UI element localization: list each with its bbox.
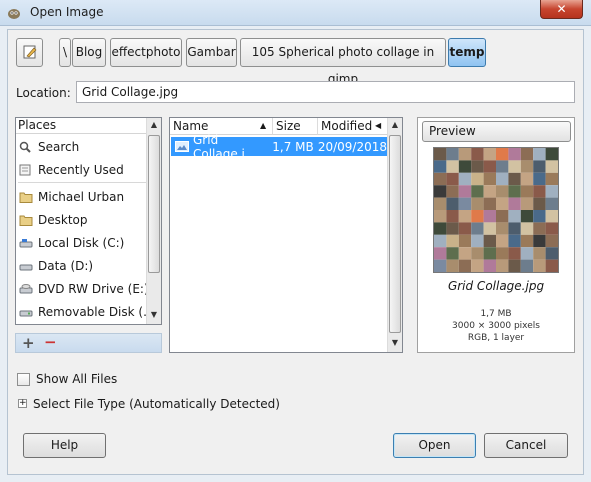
scroll-down-arrow-icon[interactable]: ▼: [147, 310, 161, 319]
path-root-button[interactable]: \: [59, 38, 71, 67]
place-local-disk-c[interactable]: Local Disk (C:): [19, 232, 147, 253]
place-data-d[interactable]: Data (D:): [19, 255, 147, 276]
scroll-up-arrow-icon[interactable]: ▲: [147, 120, 161, 129]
preview-panel: Preview Grid Collage.jpg 1,7 MB 3000 × 3…: [417, 117, 575, 353]
show-all-files-checkbox[interactable]: [17, 373, 30, 386]
image-file-icon: [175, 141, 189, 152]
place-recently-used[interactable]: Recently Used: [19, 159, 147, 180]
preview-thumbnail: [433, 147, 559, 273]
places-scrollbar[interactable]: ▲ ▼: [146, 118, 161, 324]
places-column-header[interactable]: Places: [16, 118, 146, 134]
close-window-button[interactable]: ✕: [540, 0, 583, 19]
place-removable-disk[interactable]: Removable Disk (...: [19, 301, 155, 322]
path-crumb-effectphoto[interactable]: effectphoto: [110, 38, 182, 67]
place-label: Recently Used: [38, 162, 124, 177]
file-name-cell: Grid Collage.j...: [193, 132, 257, 161]
place-label: Removable Disk (...: [38, 304, 155, 319]
add-bookmark-icon[interactable]: +: [22, 334, 35, 352]
expander-plus-icon[interactable]: +: [18, 399, 27, 408]
open-button[interactable]: Open: [393, 433, 476, 458]
place-search[interactable]: Search: [19, 136, 147, 157]
scroll-down-arrow-icon[interactable]: ▼: [388, 338, 402, 347]
cancel-button[interactable]: Cancel: [484, 433, 568, 458]
file-row-grid-collage[interactable]: Grid Collage.j... 1,7 MB 20/09/2018: [171, 133, 387, 161]
file-list: Name ▲ Size Modified ◀ Grid Collage.j...…: [169, 117, 403, 353]
window-title: Open Image: [30, 5, 104, 19]
hard-disk-icon: [19, 260, 33, 272]
location-input[interactable]: Grid Collage.jpg: [76, 81, 575, 103]
place-michael-urban[interactable]: Michael Urban: [19, 186, 147, 207]
place-label: Local Disk (C:): [38, 235, 125, 250]
place-label: DVD RW Drive (E:): [38, 281, 149, 296]
optical-drive-icon: [19, 283, 33, 295]
remove-bookmark-icon[interactable]: −: [44, 333, 57, 351]
places-scroll-thumb[interactable]: [148, 135, 160, 273]
file-size-cell: 1,7 MB: [272, 139, 314, 154]
file-modified-cell: 20/09/2018: [317, 139, 387, 154]
gimp-app-icon: [6, 5, 22, 21]
place-label: Data (D:): [38, 258, 94, 273]
files-scroll-thumb[interactable]: [389, 135, 401, 333]
preview-button[interactable]: Preview: [422, 121, 571, 142]
preview-filename: Grid Collage.jpg: [447, 279, 545, 293]
magnifier-icon: [19, 141, 33, 153]
scroll-up-arrow-icon[interactable]: ▲: [388, 120, 402, 129]
place-dvd-rw-drive-e[interactable]: DVD RW Drive (E:): [19, 278, 149, 299]
places-divider: [18, 182, 146, 183]
help-button[interactable]: Help: [23, 433, 106, 458]
place-desktop[interactable]: Desktop: [19, 209, 147, 230]
select-file-type-expander[interactable]: Select File Type (Automatically Detected…: [33, 397, 280, 411]
path-crumb-temp[interactable]: temp: [448, 38, 486, 67]
folder-icon: [19, 214, 33, 226]
column-header-size[interactable]: Size: [273, 118, 318, 135]
removable-disk-icon: [19, 306, 33, 318]
pencil-icon: [23, 45, 36, 59]
places-toolbar: + −: [15, 333, 162, 353]
preview-file-size: 1,7 MB: [480, 309, 512, 319]
path-crumb-blog[interactable]: Blog: [72, 38, 106, 67]
files-scrollbar[interactable]: ▲ ▼: [387, 118, 402, 352]
location-label: Location:: [16, 86, 71, 100]
hard-disk-icon: [19, 237, 33, 249]
place-label: Desktop: [38, 212, 88, 227]
column-header-modified[interactable]: Modified ◀: [318, 118, 388, 135]
places-panel: Places Search Recently Used Michael Urba…: [15, 117, 162, 325]
place-label: Michael Urban: [38, 189, 125, 204]
column-options-icon: ◀: [375, 121, 382, 130]
path-crumb-gambar[interactable]: Gambar: [186, 38, 237, 67]
type-location-toggle-button[interactable]: [16, 38, 43, 67]
path-crumb-spherical-collage[interactable]: 105 Spherical photo collage in gimp: [240, 38, 446, 86]
preview-dimensions: 3000 × 3000 pixels: [452, 321, 540, 331]
folder-icon: [19, 191, 33, 203]
clock-icon: [19, 164, 33, 176]
preview-color-mode: RGB, 1 layer: [467, 333, 525, 343]
show-all-files-label: Show All Files: [36, 372, 118, 386]
place-label: Search: [38, 139, 80, 154]
